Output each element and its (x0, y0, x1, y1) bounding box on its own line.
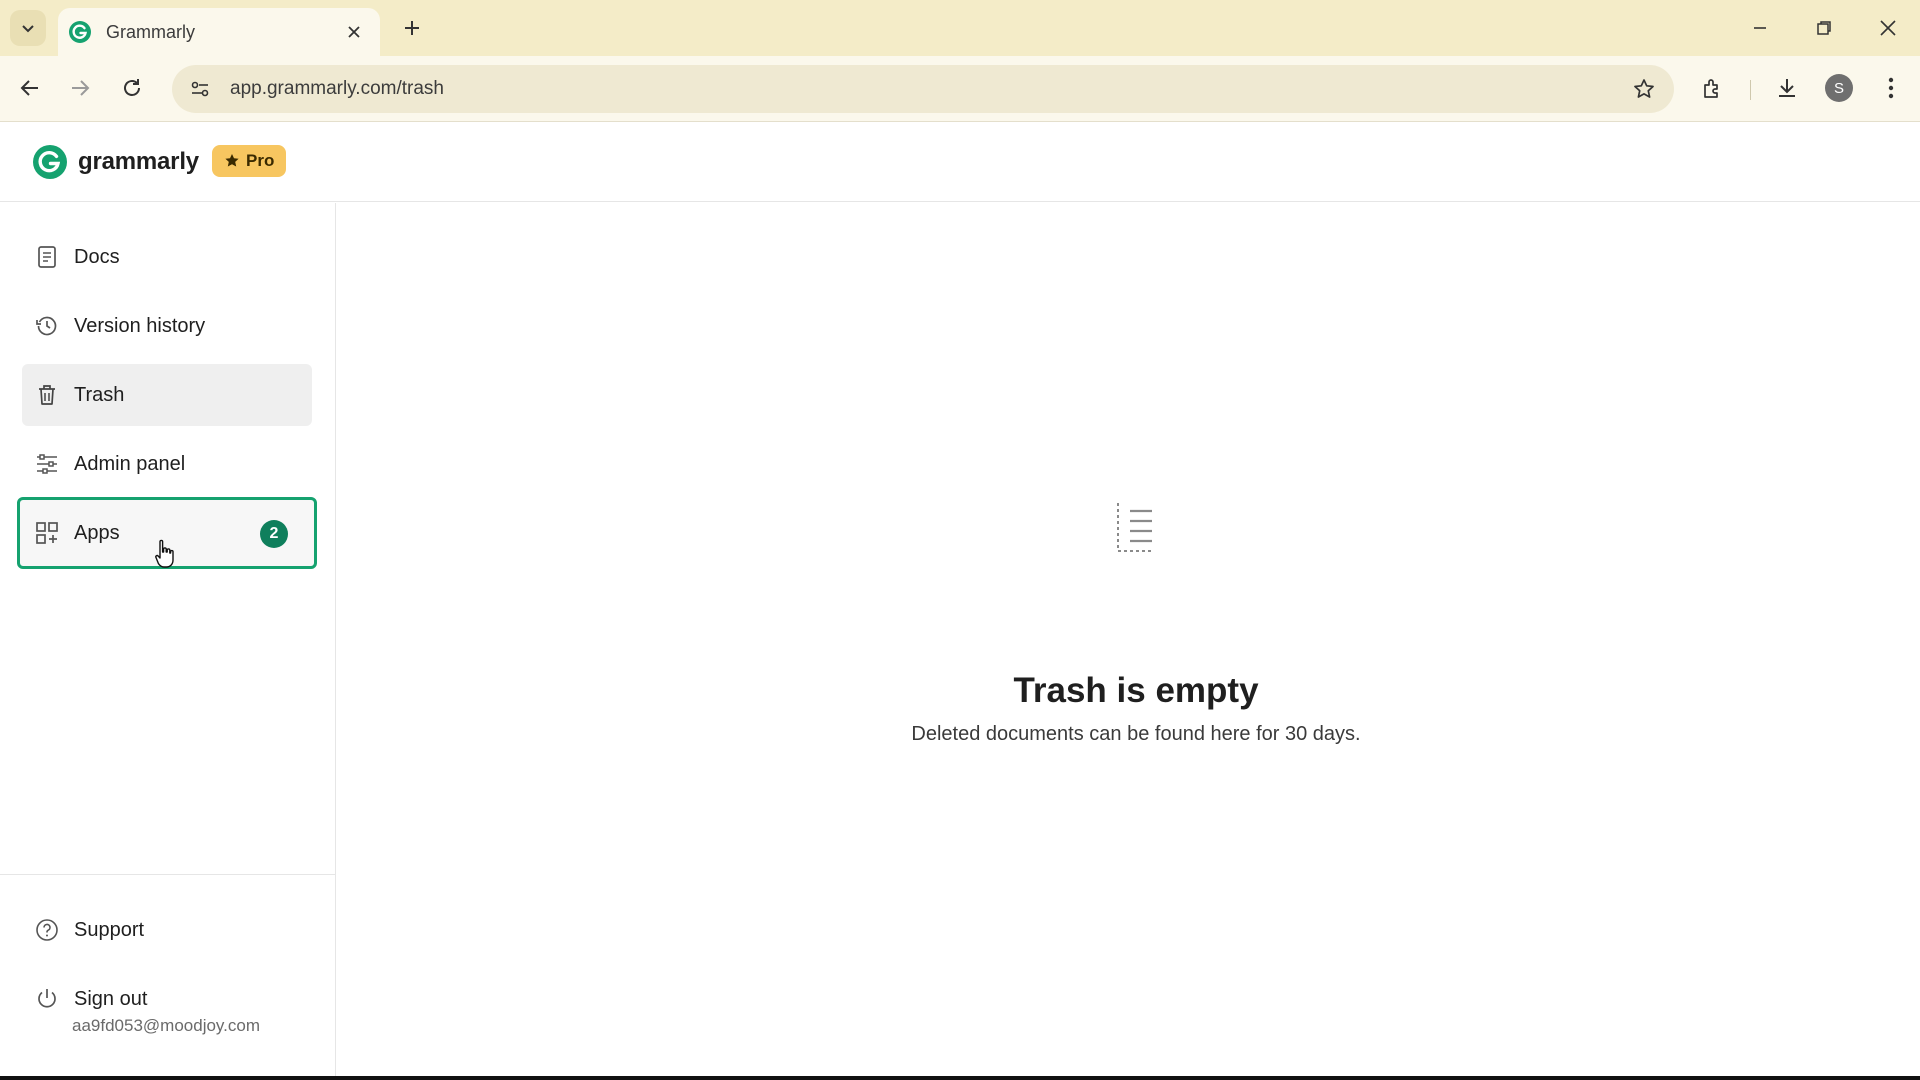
chevron-down-icon (22, 25, 34, 33)
account-email: aa9fd053@moodjoy.com (72, 1016, 260, 1035)
site-info-icon (191, 81, 209, 97)
toolbar-separator (1750, 80, 1751, 100)
tab-title: Grammarly (106, 21, 195, 42)
sidebar-item-label: Apps (74, 521, 120, 544)
power-icon (34, 986, 60, 1012)
browser-tabstrip: Grammarly (0, 0, 1920, 56)
more-vert-icon (1888, 77, 1894, 99)
sidebar-item-docs[interactable]: Docs (22, 226, 312, 288)
sidebar-item-label: Admin panel (74, 452, 186, 475)
grammarly-favicon (68, 20, 92, 44)
url-text[interactable]: app.grammarly.com/trash (230, 78, 1626, 100)
trash-icon (34, 382, 60, 408)
sliders-icon (34, 451, 60, 477)
mouse-pointer-icon (155, 539, 174, 568)
sidebar-item-version-history[interactable]: Version history (22, 295, 312, 357)
profile-button[interactable]: S (1822, 71, 1856, 105)
back-button[interactable] (14, 72, 46, 104)
restore-icon (1817, 21, 1831, 35)
document-icon (34, 244, 60, 270)
reload-button[interactable] (116, 72, 148, 104)
sidebar-item-trash[interactable]: Trash (22, 364, 312, 426)
sign-out-label: Sign out (74, 987, 148, 1010)
forward-button[interactable] (64, 72, 96, 104)
site-info-button[interactable] (180, 69, 220, 109)
minimize-button[interactable] (1744, 12, 1776, 44)
sidebar-item-support[interactable]: Support (22, 899, 312, 961)
grammarly-logo-icon (32, 144, 68, 180)
app-header: grammarly Pro (0, 122, 1920, 202)
empty-subtitle: Deleted documents can be found here for … (911, 723, 1361, 745)
sidebar-item-admin-panel[interactable]: Admin panel (22, 433, 312, 495)
extensions-button[interactable] (1696, 71, 1730, 105)
forward-arrow-icon (72, 80, 90, 96)
empty-title: Trash is empty (1013, 671, 1259, 710)
reload-icon (124, 79, 140, 96)
restore-button[interactable] (1808, 12, 1840, 44)
trash-empty-state: Trash is empty Deleted documents can be … (336, 203, 1920, 1080)
address-bar[interactable]: app.grammarly.com/trash (172, 65, 1674, 113)
downloads-button[interactable] (1770, 71, 1804, 105)
apps-count-badge: 2 (260, 520, 288, 548)
tab-search-button[interactable] (10, 10, 46, 46)
extensions-icon (1704, 79, 1718, 98)
help-circle-icon (34, 917, 60, 943)
bookmark-button[interactable] (1626, 71, 1662, 107)
logo-wordmark: grammarly (78, 148, 199, 175)
pro-badge[interactable]: Pro (212, 145, 287, 177)
close-icon (348, 26, 360, 38)
minimize-icon (1754, 27, 1766, 29)
pro-badge-label: Pro (246, 151, 275, 170)
back-arrow-icon (20, 80, 38, 96)
browser-toolbar: app.grammarly.com/trash S (0, 56, 1920, 122)
plus-icon (405, 21, 419, 35)
close-window-icon (1880, 20, 1896, 36)
sidebar-divider (0, 874, 335, 875)
grammarly-logo[interactable]: grammarly (32, 144, 199, 180)
support-label: Support (74, 918, 145, 941)
star-filled-icon (225, 154, 239, 167)
profile-avatar: S (1825, 74, 1853, 102)
browser-menu-button[interactable] (1874, 71, 1908, 105)
bottom-border (0, 1076, 1920, 1080)
star-icon (1634, 79, 1654, 98)
download-icon (1779, 79, 1795, 97)
tab-close-button[interactable] (342, 20, 366, 44)
sidebar-item-label: Trash (74, 383, 125, 406)
apps-grid-icon (34, 520, 60, 546)
sidebar: Docs Version history Trash Admin panel A… (0, 203, 336, 1080)
new-tab-button[interactable] (398, 14, 426, 42)
empty-list-icon (1117, 503, 1154, 552)
history-icon (34, 313, 60, 339)
sidebar-item-label: Docs (74, 245, 120, 268)
browser-tab[interactable]: Grammarly (58, 8, 380, 56)
sidebar-item-label: Version history (74, 314, 206, 337)
close-window-button[interactable] (1872, 12, 1904, 44)
